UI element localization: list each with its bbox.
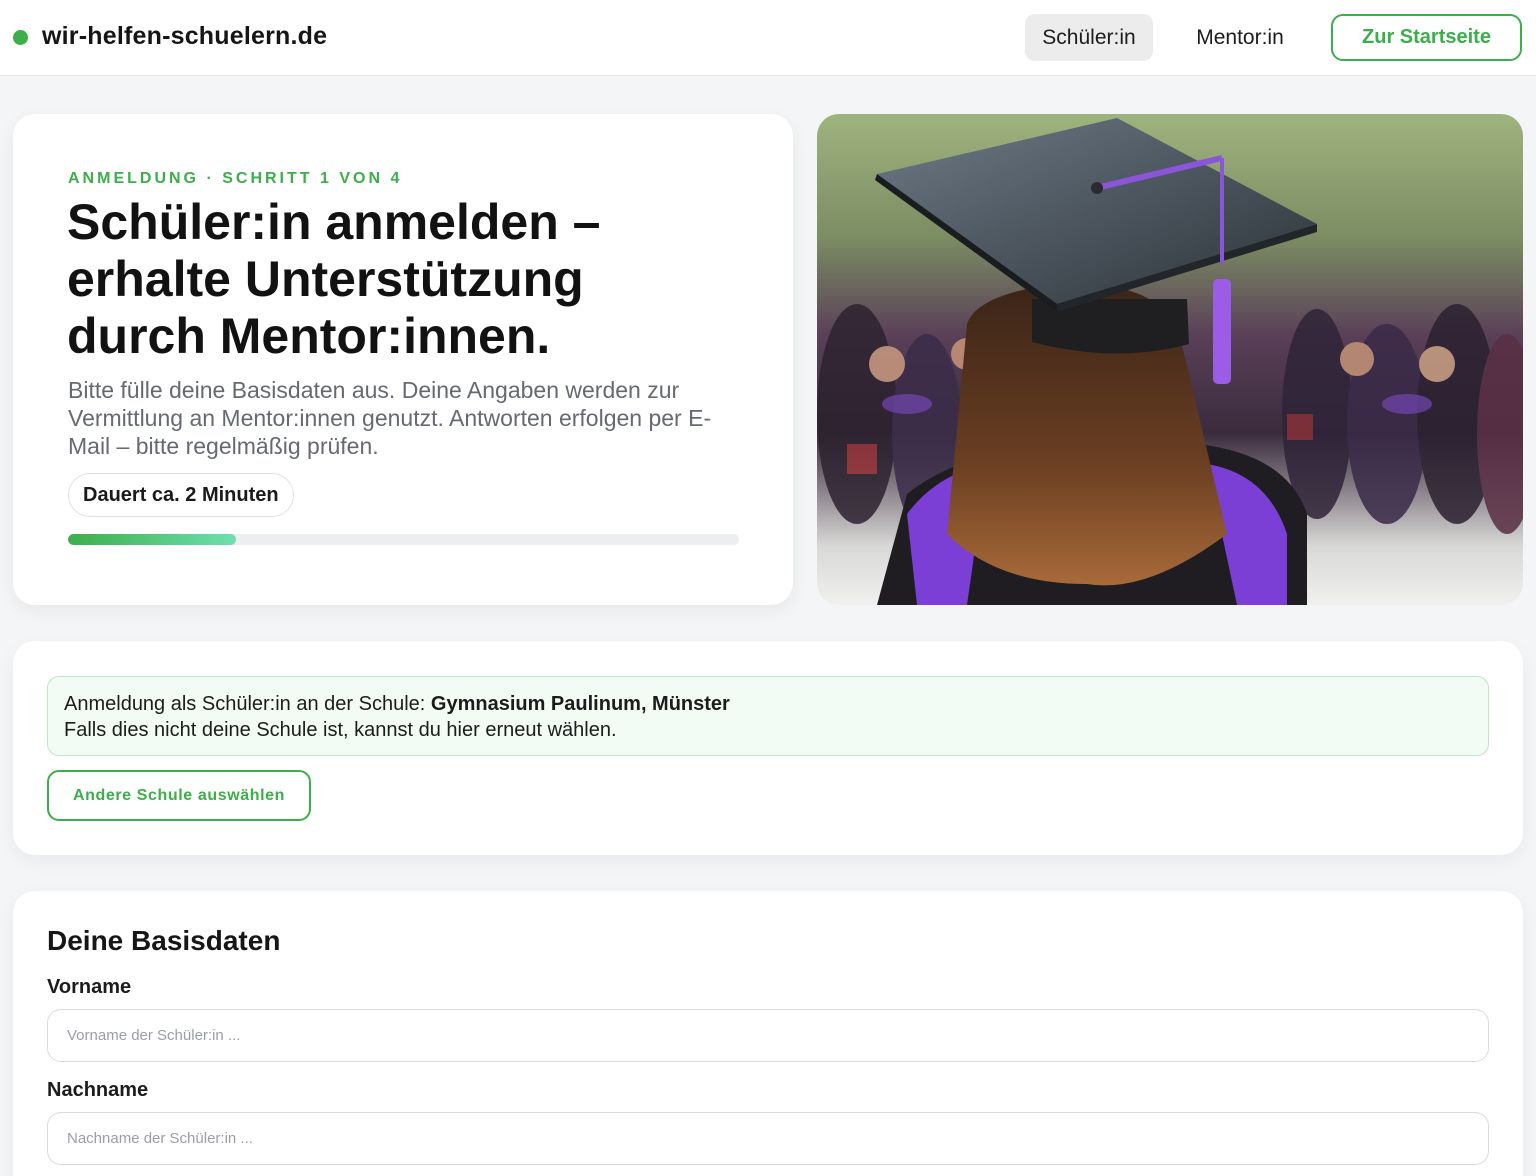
progress-bar-fill <box>68 534 236 545</box>
school-notice: Anmeldung als Schüler:in an der Schule: … <box>47 676 1489 756</box>
brand-status-dot-icon <box>13 30 28 45</box>
lastname-label: Nachname <box>47 1079 149 1101</box>
form-title: Deine Basisdaten <box>47 925 281 956</box>
graduate-illustration <box>817 118 1523 605</box>
page-title: Schüler:in anmelden – erhalte Unterstütz… <box>67 194 601 364</box>
school-selection-card: Anmeldung als Schüler:in an der Schule: … <box>13 641 1523 855</box>
intro-text: Bitte fülle deine Basisdaten aus. Deine … <box>68 377 712 459</box>
change-school-button[interactable]: Andere Schule auswählen <box>47 770 311 821</box>
lastname-field[interactable] <box>47 1112 1489 1165</box>
school-name: Gymnasium Paulinum, Münster <box>430 693 730 715</box>
progress-bar <box>68 534 739 545</box>
basic-data-form: Deine Basisdaten Vorname Nachname <box>13 891 1523 1176</box>
duration-badge: Dauert ca. 2 Minuten <box>68 473 294 517</box>
brand-name[interactable]: wir-helfen-schuelern.de <box>42 22 327 51</box>
registration-intro-card: ANMELDUNG · SCHRITT 1 VON 4 Schüler:in a… <box>13 114 793 605</box>
home-button[interactable]: Zur Startseite <box>1331 14 1522 61</box>
firstname-label: Vorname <box>47 976 132 998</box>
step-indicator: ANMELDUNG · SCHRITT 1 VON 4 <box>68 170 403 187</box>
nav-tab-mentor[interactable]: Mentor:in <box>1172 14 1308 61</box>
firstname-field[interactable] <box>47 1009 1489 1062</box>
top-navigation-bar: wir-helfen-schuelern.de Schüler:in Mento… <box>0 0 1536 76</box>
graduation-photo <box>817 114 1523 605</box>
school-notice-hint: Falls dies nicht deine Schule ist, kanns… <box>64 719 617 741</box>
school-notice-prefix: Anmeldung als Schüler:in an der Schule: <box>64 693 431 715</box>
nav-tab-student[interactable]: Schüler:in <box>1025 14 1153 61</box>
